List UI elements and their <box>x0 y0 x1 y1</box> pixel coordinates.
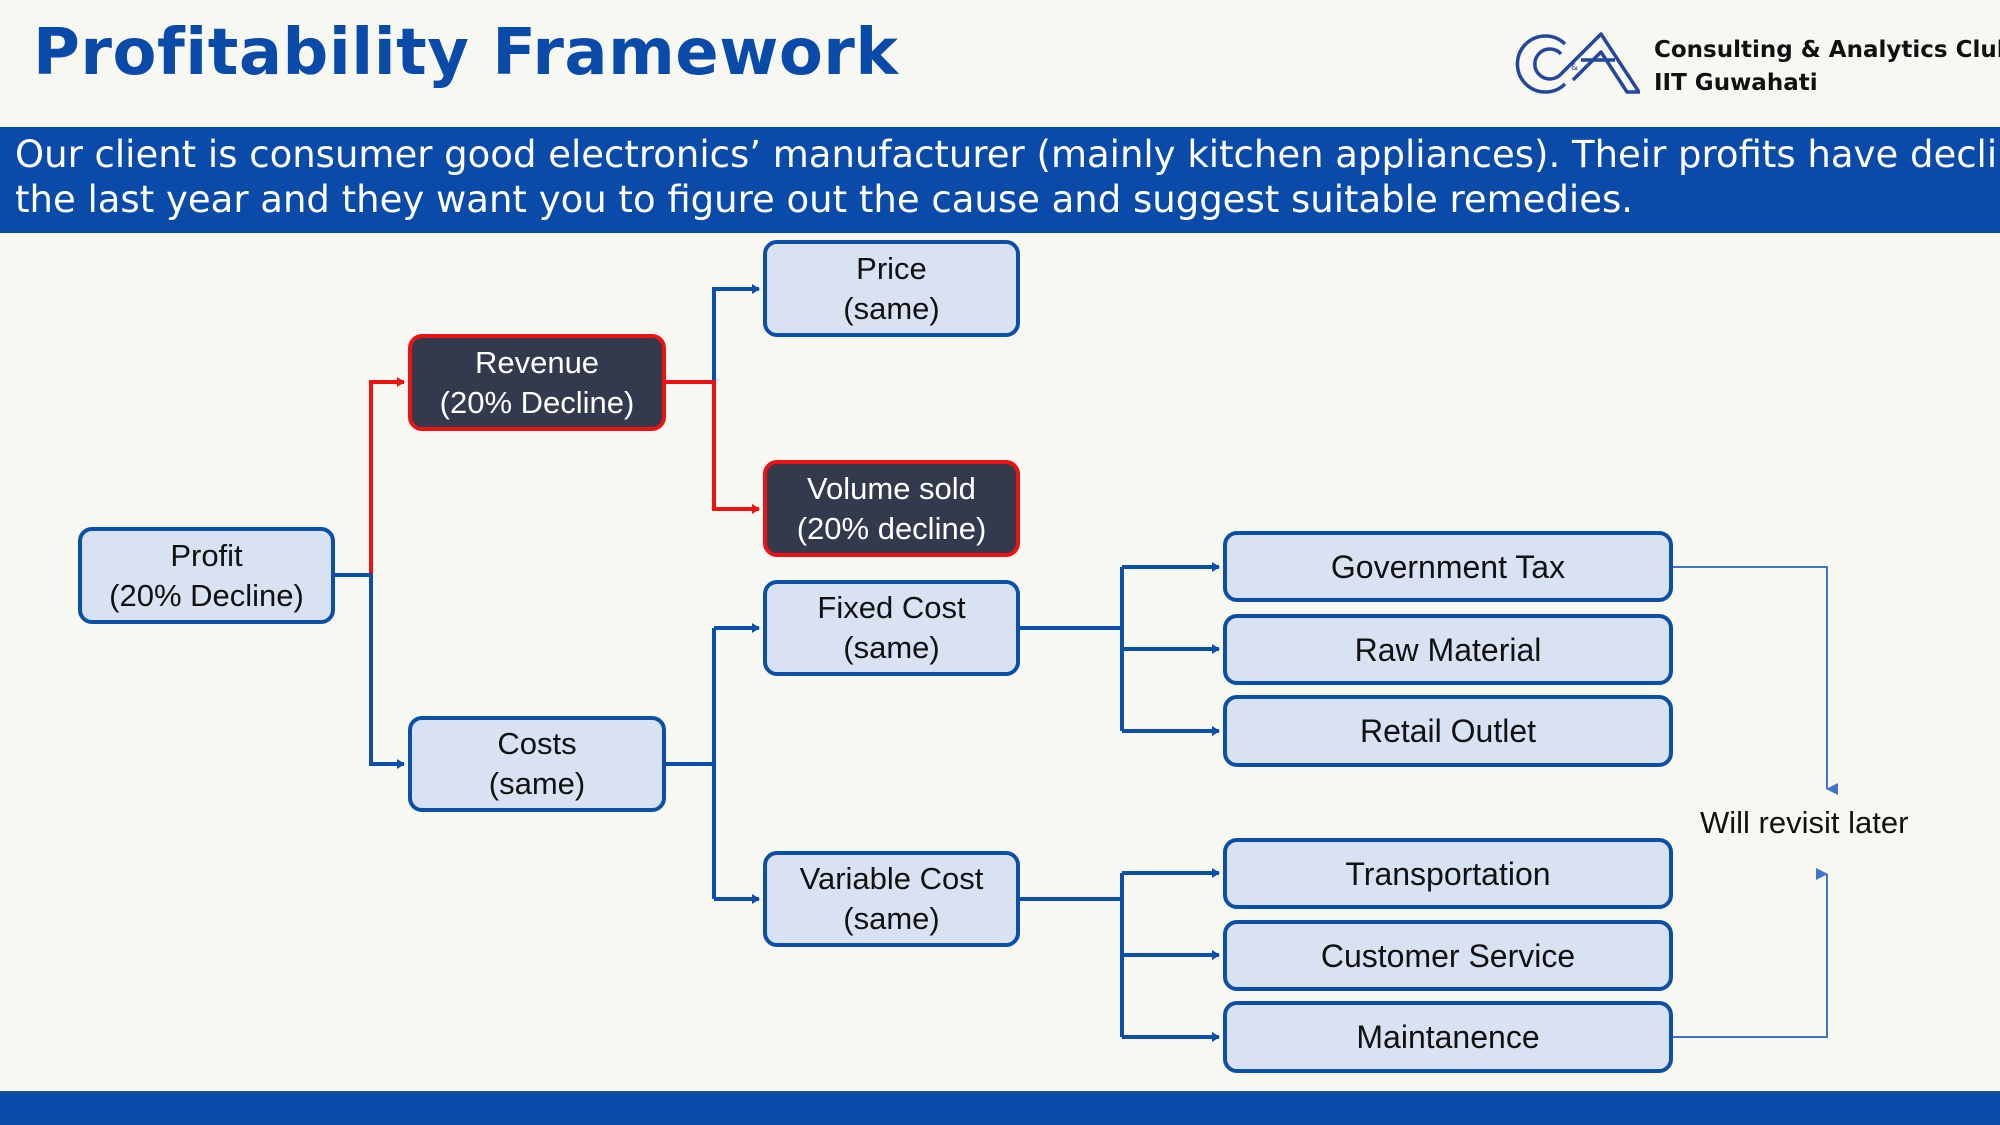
node-costs-status: (same) <box>488 766 586 801</box>
node-variable-cost-label: Variable Cost <box>799 861 984 896</box>
node-government-tax: Government Tax <box>1223 531 1673 602</box>
node-volume-sold: Volume sold (20% decline) <box>763 460 1020 557</box>
node-profit: Profit (20% Decline) <box>78 527 335 624</box>
node-variable-cost: Variable Cost (same) <box>763 851 1020 947</box>
node-costs: Costs (same) <box>408 716 666 812</box>
connector-profit-costs <box>335 573 405 769</box>
connector-costs-fixed-variable <box>666 623 760 904</box>
node-customer-service: Customer Service <box>1223 920 1673 991</box>
node-maintanence: Maintanence <box>1223 1001 1673 1073</box>
node-profit-label: Profit <box>170 537 243 573</box>
connector-fixed-items <box>1020 562 1220 736</box>
node-fixed-cost-label: Fixed Cost <box>817 590 966 625</box>
node-revenue: Revenue (20% Decline) <box>408 334 666 431</box>
connector-revenue-price <box>712 284 760 382</box>
revisit-note: Will revisit later <box>1700 805 1909 840</box>
node-raw-material: Raw Material <box>1223 614 1673 685</box>
node-revenue-label: Revenue <box>474 344 600 380</box>
node-costs-label: Costs <box>497 726 577 761</box>
node-profit-status: (20% Decline) <box>109 577 304 613</box>
node-price-label: Price <box>856 250 927 286</box>
node-transportation: Transportation <box>1223 838 1673 909</box>
node-price: Price (same) <box>763 240 1020 337</box>
node-price-status: (same) <box>843 290 940 326</box>
node-fixed-cost: Fixed Cost (same) <box>763 580 1020 676</box>
footer-bar <box>0 1091 2000 1125</box>
revisit-arrows <box>1673 566 1838 1038</box>
node-volume-label: Volume sold <box>807 470 976 506</box>
node-retail-outlet: Retail Outlet <box>1223 695 1673 767</box>
node-revenue-status: (20% Decline) <box>439 384 635 420</box>
connector-revenue-volume <box>666 380 760 514</box>
node-volume-status: (20% decline) <box>796 510 987 546</box>
connector-variable-items <box>1020 868 1220 1042</box>
node-variable-cost-status: (same) <box>843 901 940 936</box>
node-fixed-cost-status: (same) <box>843 630 940 665</box>
connector-profit-revenue <box>369 377 405 575</box>
